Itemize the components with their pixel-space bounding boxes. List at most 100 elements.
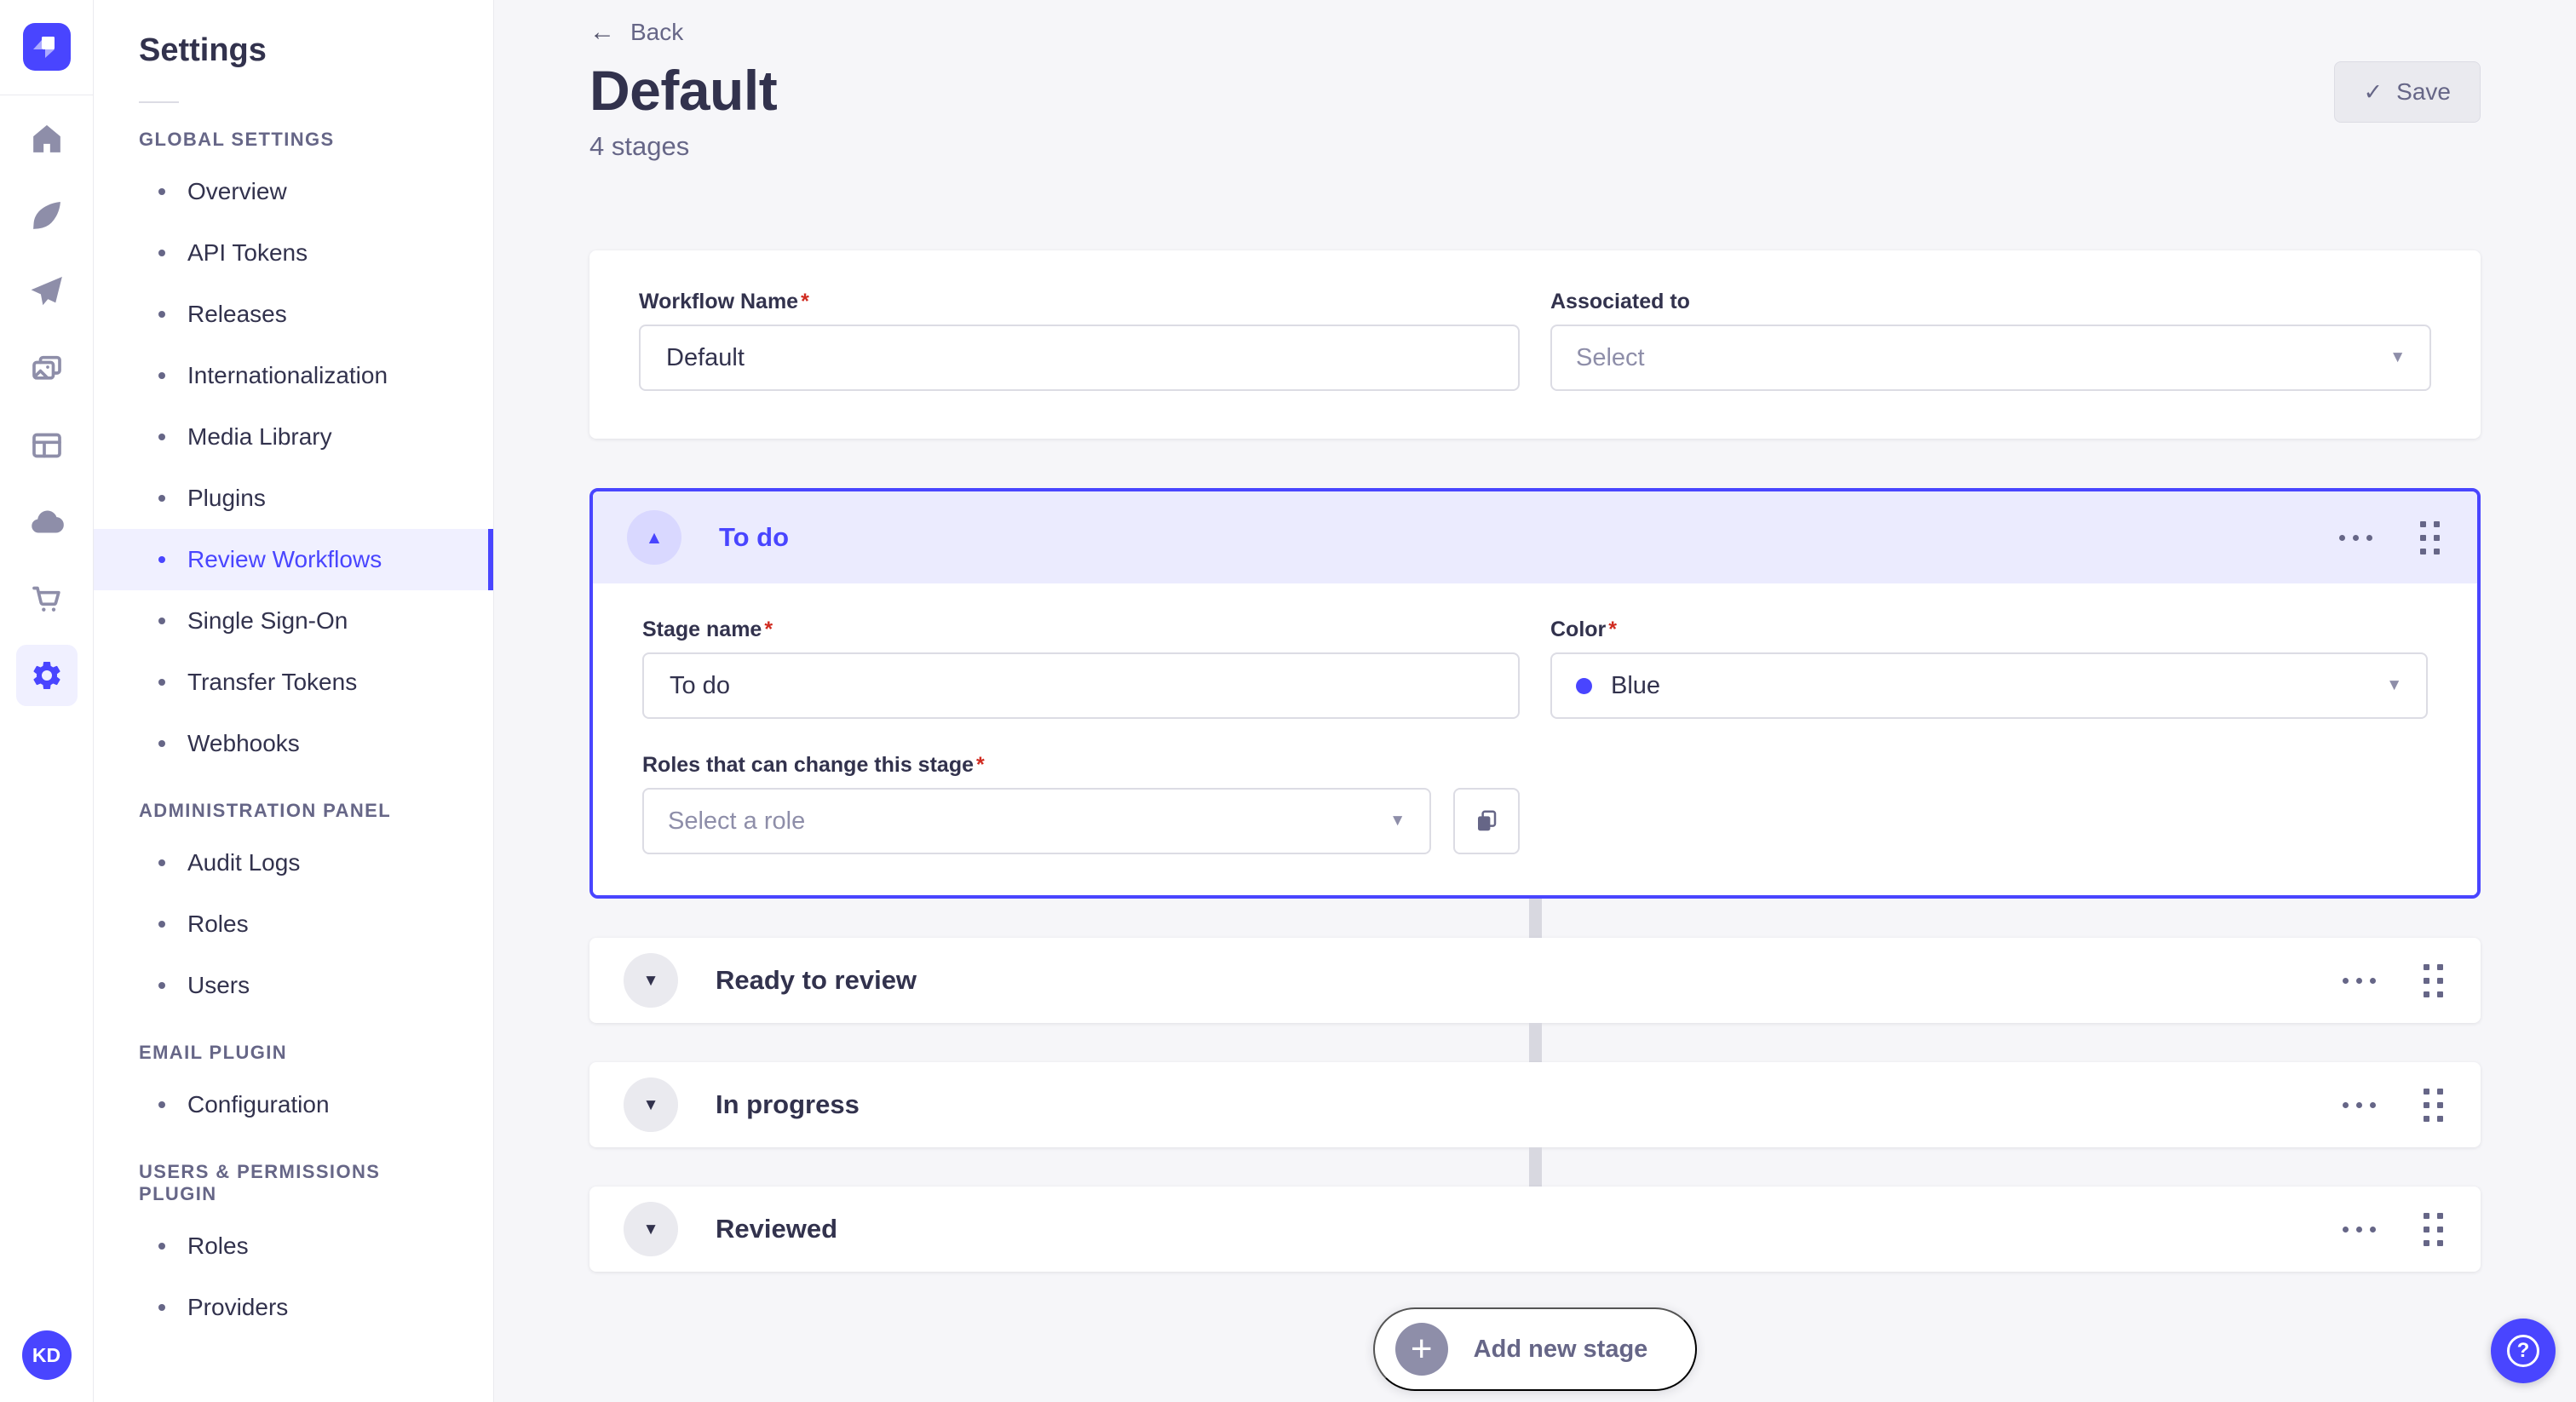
sidebar-item-configuration[interactable]: Configuration <box>94 1074 493 1135</box>
workflow-name-input[interactable] <box>639 325 1520 391</box>
stage-color-field: Color * Blue ▼ <box>1550 618 2428 719</box>
marketplace-cart-icon[interactable] <box>29 581 65 617</box>
stage-title: To do <box>719 522 790 552</box>
bullet-icon <box>158 1243 165 1250</box>
sidebar-item-webhooks[interactable]: Webhooks <box>94 713 493 774</box>
settings-icon[interactable] <box>15 645 78 706</box>
sidebar-item-label: Roles <box>187 1232 249 1259</box>
strapi-logo[interactable] <box>22 23 71 71</box>
save-button[interactable]: ✓ Save <box>2333 61 2481 123</box>
stage-roles-label: Roles that can change this stage * <box>642 753 985 777</box>
content-type-builder-icon[interactable] <box>29 428 65 463</box>
rail-icon-list <box>15 121 78 706</box>
more-options-icon[interactable] <box>2334 530 2378 546</box>
sidebar-item-review-workflows[interactable]: Review Workflows <box>94 529 493 590</box>
active-indicator-bar <box>488 529 493 590</box>
bullet-icon <box>158 618 165 624</box>
stage-header-to-do[interactable]: ▲ To do <box>593 491 2477 583</box>
duplicate-stage-button[interactable] <box>1453 788 1520 854</box>
sidebar-item-label: Transfer Tokens <box>187 669 358 695</box>
stage-name-input[interactable] <box>642 652 1520 719</box>
drag-handle-icon[interactable] <box>2420 1210 2447 1250</box>
sidebar-item-plugins[interactable]: Plugins <box>94 468 493 529</box>
stage-card-in-progress[interactable]: ▼ In progress <box>589 1062 2481 1147</box>
stage-form: Stage name* Color* Blue ▼ <box>593 583 2477 895</box>
stage-count-subtitle: 4 stages <box>589 131 690 161</box>
associated-to-select[interactable]: Select ▼ <box>1550 325 2431 391</box>
stage-color-select[interactable]: Blue ▼ <box>1550 652 2428 719</box>
chevron-down-icon: ▼ <box>642 1095 659 1114</box>
sidebar-item-media-library[interactable]: Media Library <box>94 406 493 468</box>
sidebar-item-up-roles[interactable]: Roles <box>94 1215 493 1277</box>
bullet-icon <box>158 311 165 318</box>
bullet-icon <box>158 1101 165 1108</box>
sidebar-item-users[interactable]: Users <box>94 955 493 1016</box>
content-manager-icon[interactable] <box>29 198 65 233</box>
drag-handle-icon[interactable] <box>2417 518 2443 558</box>
stage-color-label: Color * <box>1550 618 1618 641</box>
sidebar-item-label: Media Library <box>187 423 332 450</box>
sidebar-item-api-tokens[interactable]: API Tokens <box>94 222 493 284</box>
collapse-stage-button[interactable]: ▲ <box>627 510 681 565</box>
stage-card-ready-to-review[interactable]: ▼ Ready to review <box>589 938 2481 1023</box>
stage-roles-select[interactable]: Select a role ▼ <box>642 788 1431 854</box>
home-icon[interactable] <box>29 121 65 157</box>
add-new-stage-button[interactable]: + Add new stage <box>1372 1307 1698 1391</box>
sidebar-item-label: Audit Logs <box>187 849 301 876</box>
deploy-cloud-icon[interactable] <box>29 504 65 540</box>
bullet-icon <box>158 495 165 502</box>
expand-stage-button[interactable]: ▼ <box>624 1202 678 1256</box>
stage-header-actions <box>2337 961 2447 1001</box>
more-options-icon[interactable] <box>2337 1097 2381 1113</box>
section-label-email-plugin: EMAIL PLUGIN <box>139 1042 288 1063</box>
stage-title: Reviewed <box>716 1214 838 1244</box>
sidebar-item-overview[interactable]: Overview <box>94 161 493 222</box>
associated-to-label: Associated to <box>1550 290 1690 313</box>
sidebar-item-internationalization[interactable]: Internationalization <box>94 345 493 406</box>
bullet-icon <box>158 679 165 686</box>
chevron-down-icon: ▼ <box>2386 676 2402 694</box>
strapi-logo-glyph <box>32 37 55 58</box>
sidebar-item-single-sign-on[interactable]: Single Sign-On <box>94 590 493 652</box>
sidebar-item-label: Providers <box>187 1294 289 1320</box>
drag-handle-icon[interactable] <box>2420 961 2447 1001</box>
stage-list: ▲ To do Stage name* Color* <box>589 488 2481 1272</box>
expand-stage-button[interactable]: ▼ <box>624 953 678 1008</box>
stage-connector-line <box>1528 899 1542 938</box>
required-asterisk: * <box>1608 618 1618 641</box>
sidebar-item-admin-roles[interactable]: Roles <box>94 893 493 955</box>
releases-icon[interactable] <box>29 274 65 310</box>
sidebar-item-providers[interactable]: Providers <box>94 1277 493 1338</box>
chevron-down-icon: ▼ <box>642 1220 659 1238</box>
stage-header-actions <box>2334 518 2443 558</box>
sidebar-item-transfer-tokens[interactable]: Transfer Tokens <box>94 652 493 713</box>
bullet-icon <box>158 434 165 440</box>
stage-name-label: Stage name * <box>642 618 773 641</box>
bullet-icon <box>158 372 165 379</box>
more-options-icon[interactable] <box>2337 973 2381 989</box>
stage-card-reviewed[interactable]: ▼ Reviewed <box>589 1187 2481 1272</box>
more-options-icon[interactable] <box>2337 1221 2381 1238</box>
required-asterisk: * <box>801 290 809 313</box>
stage-name-field: Stage name * <box>642 618 1520 719</box>
page-header: Default 4 stages ✓ Save <box>589 58 2481 162</box>
sidebar-item-label: Plugins <box>187 485 266 511</box>
bullet-icon <box>158 859 165 866</box>
bullet-icon <box>158 188 165 195</box>
associated-to-placeholder: Select <box>1576 343 1645 371</box>
sidebar-item-audit-logs[interactable]: Audit Logs <box>94 832 493 893</box>
sidebar-item-releases[interactable]: Releases <box>94 284 493 345</box>
workflow-details-card: Workflow Name* Associated to Select ▼ <box>589 250 2481 439</box>
back-label: Back <box>630 19 684 45</box>
media-library-icon[interactable] <box>29 351 65 387</box>
empty-grid-cell <box>1550 753 2428 854</box>
stage-color-value: Blue <box>1611 671 1661 699</box>
back-link[interactable]: ← Back <box>589 19 683 46</box>
expand-stage-button[interactable]: ▼ <box>624 1077 678 1132</box>
main-nav-rail: KD <box>0 0 94 1402</box>
user-avatar[interactable]: KD <box>21 1330 72 1380</box>
help-button[interactable]: ? <box>2491 1319 2556 1383</box>
associated-to-field: Associated to Select ▼ <box>1550 290 2431 391</box>
sidebar-item-label: Internationalization <box>187 362 388 388</box>
drag-handle-icon[interactable] <box>2420 1085 2447 1125</box>
